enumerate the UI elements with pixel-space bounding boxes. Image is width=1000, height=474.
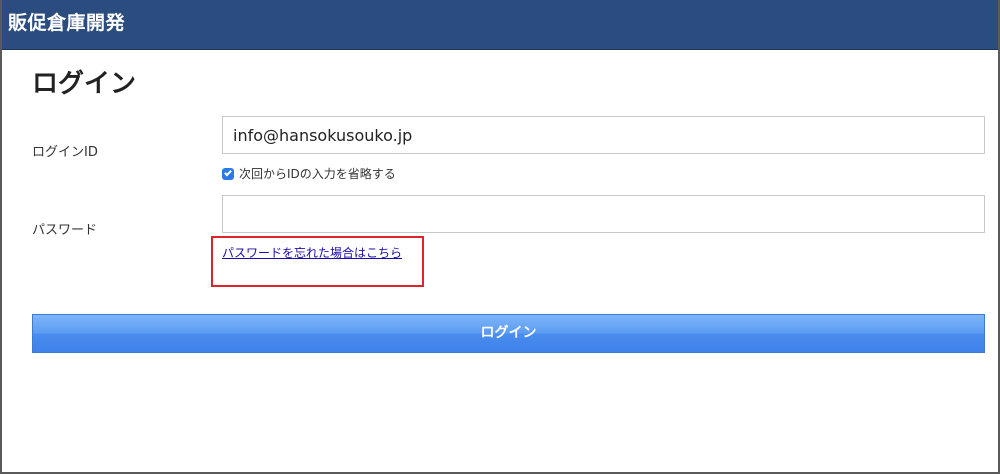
remember-id-checkbox[interactable]: [222, 168, 234, 180]
password-label: パスワード: [32, 223, 98, 238]
login-button[interactable]: ログイン: [32, 314, 985, 353]
window-frame: [0, 0, 1000, 474]
login-id-label: ログインID: [32, 145, 98, 160]
checkmark-icon: [223, 168, 232, 177]
remember-id-option[interactable]: 次回からIDの入力を省略する: [222, 166, 396, 182]
annotation-highlight-box: [211, 236, 424, 287]
remember-id-label[interactable]: 次回からIDの入力を省略する: [239, 166, 396, 182]
app-header: 販促倉庫開発: [0, 0, 1000, 50]
page-title: ログイン: [32, 69, 137, 99]
login-id-input[interactable]: [222, 116, 985, 154]
app-title: 販促倉庫開発: [8, 12, 126, 34]
password-input[interactable]: [222, 195, 985, 233]
